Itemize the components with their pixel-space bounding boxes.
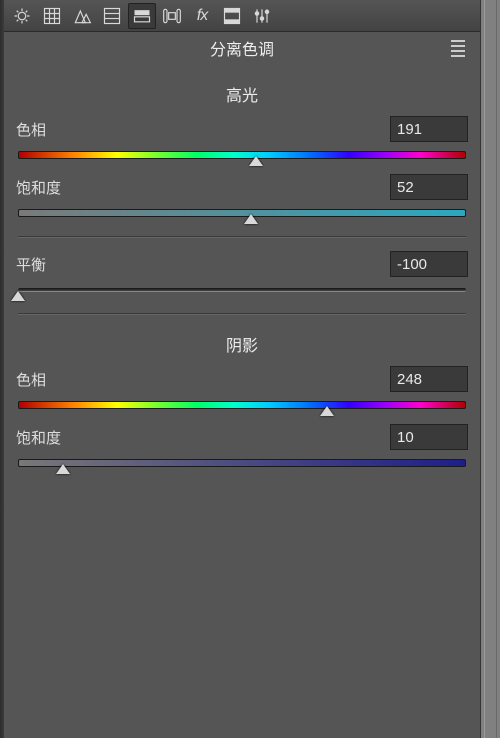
tone-curve-icon[interactable] — [38, 3, 66, 29]
split-toning-panel: 分离色调 高光 色相 191 饱和度 5 — [4, 32, 480, 738]
balance-label: 平衡 — [16, 254, 46, 275]
highlights-hue-label: 色相 — [16, 119, 46, 140]
panel-menu-icon[interactable] — [448, 38, 468, 58]
basic-icon[interactable] — [8, 3, 36, 29]
highlights-saturation-slider[interactable] — [18, 206, 466, 222]
shadows-hue-control: 色相 248 — [16, 366, 468, 414]
shadows-saturation-value[interactable]: 10 — [390, 424, 468, 450]
highlights-heading: 高光 — [16, 82, 468, 106]
balance-control: 平衡 -100 — [16, 251, 468, 299]
highlights-saturation-control: 饱和度 52 — [16, 174, 468, 222]
presets-icon[interactable] — [248, 3, 276, 29]
shadows-saturation-slider[interactable] — [18, 456, 466, 472]
hsl-icon[interactable] — [98, 3, 126, 29]
lens-icon[interactable] — [158, 3, 186, 29]
detail-icon[interactable] — [68, 3, 96, 29]
shadows-hue-value[interactable]: 248 — [390, 366, 468, 392]
fx-icon[interactable]: fx — [188, 3, 216, 29]
shadows-saturation-control: 饱和度 10 — [16, 424, 468, 472]
shadows-saturation-label: 饱和度 — [16, 427, 61, 448]
highlights-hue-control: 色相 191 — [16, 116, 468, 164]
right-scroll-area[interactable] — [480, 0, 500, 738]
highlights-saturation-label: 饱和度 — [16, 177, 61, 198]
highlights-hue-slider[interactable] — [18, 148, 466, 164]
balance-value[interactable]: -100 — [390, 251, 468, 277]
shadows-heading: 阴影 — [16, 332, 468, 356]
shadows-hue-slider[interactable] — [18, 398, 466, 414]
highlights-hue-value[interactable]: 191 — [390, 116, 468, 142]
panel-title: 分离色调 — [210, 36, 274, 60]
divider — [18, 313, 466, 314]
split-tone-icon[interactable] — [128, 3, 156, 29]
panel-toolbar: fx — [4, 0, 480, 32]
divider — [18, 236, 466, 237]
calibration-icon[interactable] — [218, 3, 246, 29]
shadows-hue-label: 色相 — [16, 369, 46, 390]
balance-slider[interactable] — [18, 283, 466, 299]
highlights-saturation-value[interactable]: 52 — [390, 174, 468, 200]
